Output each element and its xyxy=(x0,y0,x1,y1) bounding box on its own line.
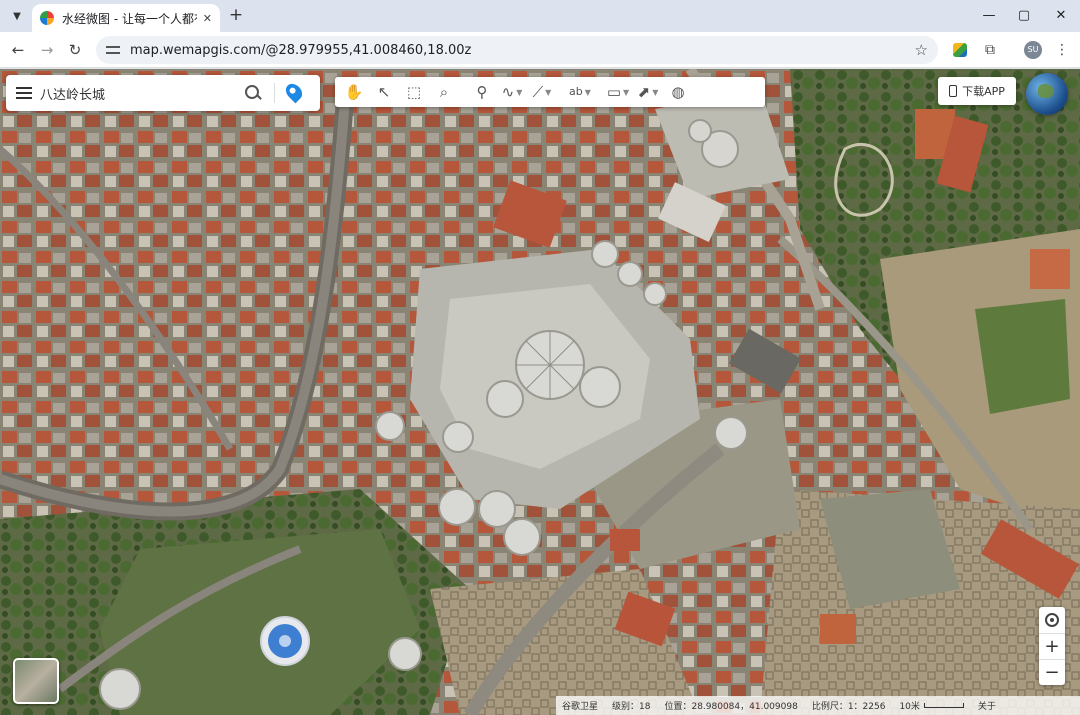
pan-tool-icon[interactable]: ✋ xyxy=(341,81,367,103)
cursor-tool-icon[interactable]: ⬈ ▼ xyxy=(635,81,661,103)
bookmark-star-icon[interactable]: ☆ xyxy=(915,41,928,59)
zoom-control: + − xyxy=(1039,607,1065,685)
tab-title: 水经微图 - 让每一个人都有自己 xyxy=(62,11,197,26)
locate-button[interactable] xyxy=(1039,607,1065,633)
cursor-position: 位置：28.980084，41.009098 xyxy=(664,702,798,712)
back-arrow-icon[interactable]: ← xyxy=(8,40,28,60)
scale-bar xyxy=(923,703,964,708)
tab-search-chevron-icon[interactable]: ▼ xyxy=(6,5,28,27)
site-favicon-icon xyxy=(40,11,54,25)
layer-switcher-thumbnail[interactable] xyxy=(13,658,59,704)
globe-3d-view-icon[interactable] xyxy=(1026,73,1068,115)
minimize-icon[interactable]: — xyxy=(978,6,1000,26)
extensions-puzzle-icon[interactable]: ⧉ xyxy=(980,40,1000,60)
marker-tool-icon[interactable]: ⚲ xyxy=(469,81,495,103)
address-bar[interactable]: map.wemapgis.com/@28.979955,41.008460,18… xyxy=(96,36,938,64)
reload-icon[interactable]: ↻ xyxy=(65,40,85,60)
site-settings-icon[interactable] xyxy=(106,44,120,56)
forward-arrow-icon[interactable]: → xyxy=(37,40,57,60)
hamburger-menu-icon[interactable] xyxy=(16,87,32,99)
map-canvas[interactable]: ✋ ↖ ⬚ ⌕ ⚲ ∿▼ ⟋▼ ab▼ ▭▼ ⬈▼ ◍ 下载APP + − 谷歌… xyxy=(0,69,1080,715)
text-label-tool-icon[interactable]: ab ▼ xyxy=(567,81,593,103)
scale-bar-label: 10米 xyxy=(899,702,920,712)
search-divider xyxy=(274,83,275,103)
map-status-bar: 谷歌卫星 级别：18 位置：28.980084，41.009098 比例尺：1：… xyxy=(556,696,1080,715)
about-link[interactable]: 关于 xyxy=(978,699,996,712)
download-app-label: 下载APP xyxy=(962,85,1005,98)
browser-tab[interactable]: 水经微图 - 让每一个人都有自己 ✕ xyxy=(32,4,220,32)
zoom-out-button[interactable]: − xyxy=(1039,659,1065,685)
phone-icon xyxy=(949,85,958,97)
polygon-tool-icon[interactable]: ⟋ ▼ xyxy=(529,81,555,103)
profile-avatar[interactable]: SU xyxy=(1024,41,1042,59)
map-tools-toolbar: ✋ ↖ ⬚ ⌕ ⚲ ∿ ▼ ⟋ ▼ ab ▼ ▭ ▼ ⬈ ▼ ◍ xyxy=(335,77,765,107)
search-panel xyxy=(6,75,320,111)
map-scale: 比例尺：1：2256 xyxy=(811,702,886,712)
zoom-area-tool-icon[interactable]: ⌕ xyxy=(431,81,457,103)
polyline-tool-icon[interactable]: ∿ ▼ xyxy=(499,81,525,103)
browser-toolbar: ← → ↻ map.wemapgis.com/@28.979955,41.008… xyxy=(0,32,1080,68)
browser-menu-icon[interactable]: ⋮ xyxy=(1052,40,1072,60)
location-pin-icon[interactable] xyxy=(282,80,306,104)
tab-bar: ▼ 水经微图 - 让每一个人都有自己 ✕ + — ▢ ✕ xyxy=(0,0,1080,32)
extension-cube-icon[interactable] xyxy=(950,40,970,60)
tab-close-icon[interactable]: ✕ xyxy=(203,12,212,25)
search-input[interactable] xyxy=(40,85,236,101)
url-text[interactable]: map.wemapgis.com/@28.979955,41.008460,18… xyxy=(130,43,471,58)
satellite-imagery xyxy=(0,69,1080,715)
select-tool-icon[interactable]: ↖ xyxy=(371,81,397,103)
zoom-in-button[interactable]: + xyxy=(1039,633,1065,659)
zoom-level: 级别：18 xyxy=(612,702,651,712)
box-select-tool-icon[interactable]: ⬚ xyxy=(401,81,427,103)
download-app-button[interactable]: 下载APP xyxy=(938,77,1016,105)
window-close-icon[interactable]: ✕ xyxy=(1050,6,1072,26)
search-icon[interactable] xyxy=(244,84,262,102)
imagery-source: 谷歌卫星 xyxy=(562,702,599,712)
maximize-icon[interactable]: ▢ xyxy=(1013,6,1035,26)
globe-tool-icon[interactable]: ◍ xyxy=(665,81,691,103)
new-tab-plus-icon[interactable]: + xyxy=(226,5,246,25)
locate-crosshair-icon xyxy=(1045,613,1059,627)
measure-tool-icon[interactable]: ▭ ▼ xyxy=(605,81,631,103)
